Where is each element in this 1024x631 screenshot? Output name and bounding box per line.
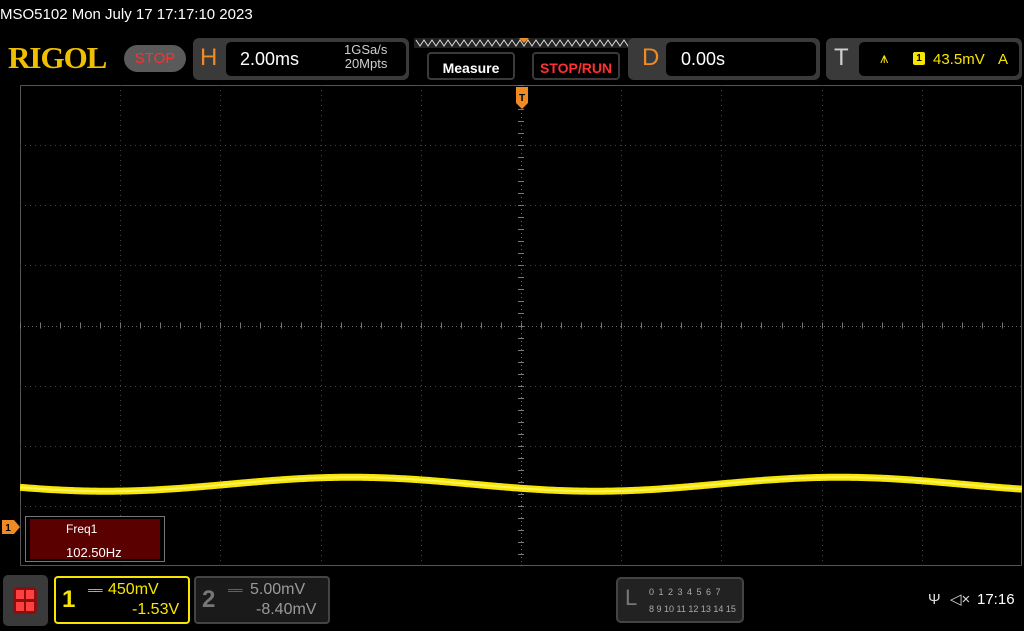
channel1-scale: 450mV	[108, 581, 159, 598]
svg-text:1: 1	[5, 523, 11, 534]
grid-menu-icon	[13, 587, 37, 614]
measurement-value: 102.50Hz	[66, 545, 122, 560]
memory-depth: 20Mpts	[344, 56, 388, 71]
timebase-value: 2.00ms	[240, 49, 300, 69]
channel1-ground-marker[interactable]: 1	[2, 520, 20, 534]
logic-channels-row2: 8 9 10 11 12 13 14 15	[649, 604, 736, 614]
trigger-level: 43.5mV	[933, 51, 985, 68]
stop-run-button[interactable]: STOP/RUN	[532, 52, 620, 80]
trigger-mode: A	[998, 51, 1009, 68]
run-state-badge[interactable]: STOP	[124, 45, 186, 72]
channel1-number: 1	[62, 586, 76, 613]
delay-label: D	[642, 44, 660, 71]
trigger-position-icon: T	[516, 87, 528, 109]
channel1-offset: -1.53V	[132, 601, 180, 618]
menu-button[interactable]	[3, 575, 48, 626]
rising-edge-icon: ⩚	[880, 50, 889, 67]
logic-channels-row1: 0 1 2 3 4 5 6 7	[649, 587, 722, 597]
dc-coupling-icon: ══	[228, 585, 243, 597]
channel1-waveform	[20, 473, 1022, 495]
delay-value: 0.00s	[681, 49, 726, 69]
measure-button[interactable]: Measure	[427, 52, 515, 80]
speaker-muted-icon[interactable]: ◁×	[950, 590, 970, 608]
memory-position-strip	[414, 38, 634, 48]
horizontal-label: H	[200, 44, 218, 71]
acquisition-info: 1GSa/s 20Mpts	[344, 43, 387, 71]
channel2-scale: 5.00mV	[250, 581, 306, 598]
measurement-label: Freq1	[66, 522, 98, 536]
channel2-offset: -8.40mV	[256, 601, 317, 618]
trigger-label: T	[834, 44, 849, 71]
model-datetime: MSO5102 Mon July 17 17:17:10 2023	[0, 6, 253, 23]
svg-text:T: T	[519, 93, 525, 104]
usb-icon: Ψ	[928, 591, 941, 608]
sample-rate: 1GSa/s	[344, 42, 388, 57]
trigger-source-badge: 1	[913, 52, 925, 65]
rigol-logo: RIGOL	[8, 40, 107, 75]
graticule	[20, 85, 1022, 566]
waveform-display[interactable]: T	[20, 85, 1022, 566]
dc-coupling-icon: ══	[88, 585, 103, 597]
channel2-number: 2	[202, 586, 216, 613]
logic-label: L	[625, 585, 638, 610]
status-clock: 17:16	[977, 591, 1015, 608]
